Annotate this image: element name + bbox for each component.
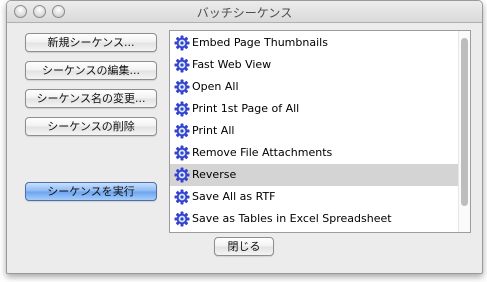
list-item-label: Embed Page Thumbnails bbox=[192, 36, 328, 49]
list-item[interactable]: Save All as RTF bbox=[170, 186, 458, 208]
gear-icon bbox=[174, 189, 190, 205]
list-item[interactable]: Embed Page Thumbnails bbox=[170, 32, 458, 54]
gear-icon bbox=[174, 123, 190, 139]
gear-icon bbox=[174, 35, 190, 51]
list-item-label: Remove File Attachments bbox=[192, 146, 333, 159]
title-bar[interactable]: バッチシーケンス bbox=[7, 1, 482, 23]
list-item[interactable]: Reverse bbox=[170, 164, 458, 186]
run-sequence-button[interactable]: シーケンスを実行 bbox=[25, 182, 157, 201]
new-sequence-button[interactable]: 新規シーケンス... bbox=[25, 33, 157, 52]
list-item[interactable]: Print 1st Page of All bbox=[170, 98, 458, 120]
list-item[interactable]: Print All bbox=[170, 120, 458, 142]
list-item[interactable]: Save as Tables in Excel Spreadsheet bbox=[170, 208, 458, 230]
list-item[interactable]: Fast Web View bbox=[170, 54, 458, 76]
edit-sequence-button[interactable]: シーケンスの編集... bbox=[25, 61, 157, 80]
scrollbar-thumb[interactable] bbox=[461, 38, 468, 206]
batch-sequence-window: バッチシーケンス 新規シーケンス... シーケンスの編集... シーケンス名の変… bbox=[6, 0, 483, 274]
list-item-label: Print All bbox=[192, 124, 235, 137]
vertical-scrollbar[interactable] bbox=[458, 31, 470, 232]
rename-sequence-button[interactable]: シーケンス名の変更... bbox=[25, 89, 157, 108]
list-item-label: Fast Web View bbox=[192, 58, 272, 71]
list-item-label: Save as Tables in Excel Spreadsheet bbox=[192, 212, 392, 225]
list-item-label: Reverse bbox=[192, 168, 237, 181]
gear-icon bbox=[174, 167, 190, 183]
list-item-label: Print 1st Page of All bbox=[192, 102, 300, 115]
gear-icon bbox=[174, 57, 190, 73]
list-item-label: Open All bbox=[192, 80, 239, 93]
sequence-list[interactable]: Embed Page Thumbnails Fast Web View Open A… bbox=[169, 30, 471, 233]
gear-icon bbox=[174, 79, 190, 95]
gear-icon bbox=[174, 211, 190, 227]
list-item[interactable]: Open All bbox=[170, 76, 458, 98]
window-title: バッチシーケンス bbox=[196, 6, 293, 20]
gear-icon bbox=[174, 145, 190, 161]
close-button[interactable]: 閉じる bbox=[214, 237, 274, 256]
delete-sequence-button[interactable]: シーケンスの削除 bbox=[25, 117, 157, 136]
list-item[interactable]: Remove File Attachments bbox=[170, 142, 458, 164]
gear-icon bbox=[174, 101, 190, 117]
list-item-label: Save All as RTF bbox=[192, 190, 276, 203]
